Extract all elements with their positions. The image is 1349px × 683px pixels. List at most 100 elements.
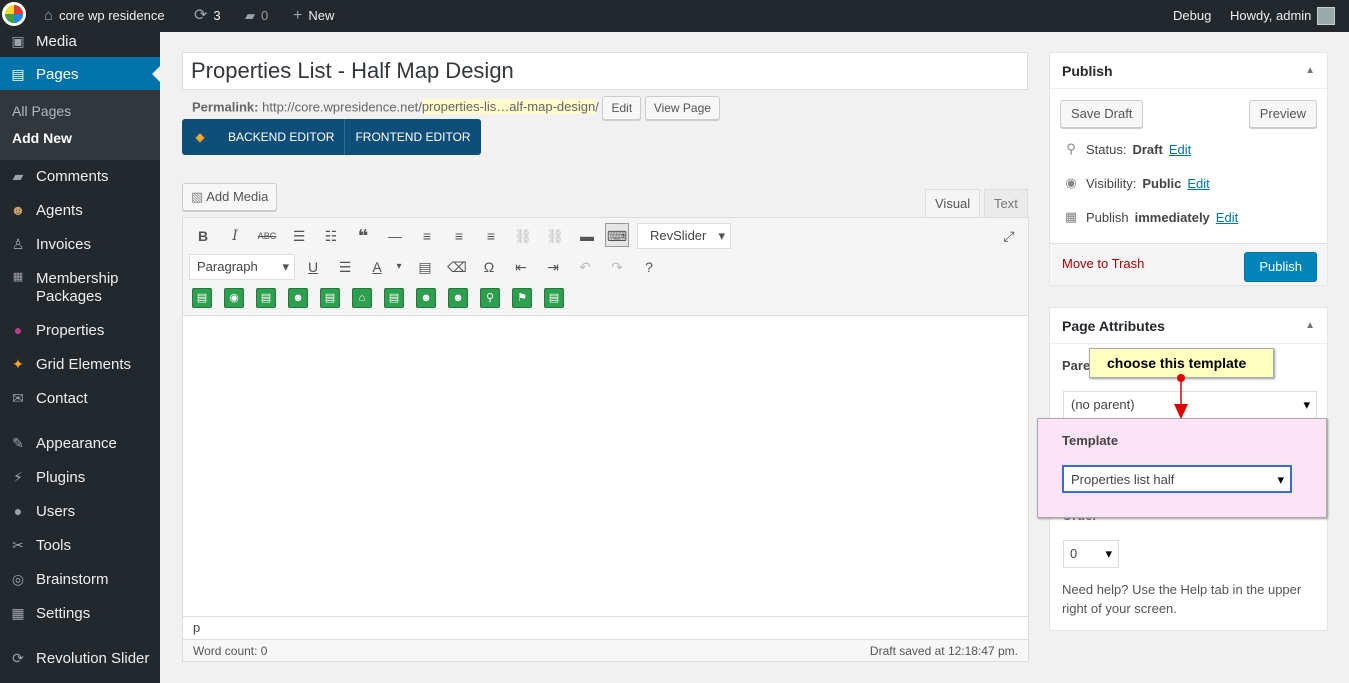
align-left-icon[interactable]: ≡ [415, 224, 439, 248]
shortcode-list-items-icon[interactable]: ▤ [384, 288, 404, 308]
blockquote-icon[interactable]: ❝ [351, 224, 375, 248]
indent-icon[interactable]: ⇥ [541, 255, 565, 279]
avatar [1317, 7, 1336, 25]
content-editor: B I ABC ☰ ☷ ❝ — ≡ ≡ ≡ ⛓ ⛓ ▬ ⌨ RevSlider … [182, 217, 1029, 662]
sidebar-item-label: Media [36, 32, 77, 50]
permalink-base: http://core.wpresidence.net/ [262, 99, 422, 115]
shortcode-featured-article-icon[interactable]: ▤ [320, 288, 340, 308]
link-icon[interactable]: ⛓ [511, 224, 535, 248]
horizontal-line-icon[interactable]: — [383, 224, 407, 248]
permalink-slug[interactable]: properties-lis…alf-map-design [421, 99, 596, 115]
page-attributes-header[interactable]: Page Attributes ▲ [1050, 308, 1327, 344]
tab-text[interactable]: Text [984, 189, 1028, 217]
outdent-icon[interactable]: ⇤ [509, 255, 533, 279]
permalink-label: Permalink: [192, 99, 259, 115]
shortcode-recent-items-icon[interactable]: ▤ [256, 288, 276, 308]
order-input[interactable]: 0 [1063, 540, 1119, 568]
debug-link[interactable]: Debug [1173, 0, 1211, 32]
text-color-icon[interactable]: A [365, 255, 389, 279]
user-icon: ● [13, 503, 23, 519]
unlink-icon[interactable]: ⛓ [543, 224, 567, 248]
calendar-icon: ▦ [1064, 209, 1078, 224]
site-logo-icon[interactable] [2, 2, 26, 26]
shortcode-advanced-search-icon[interactable]: ▤ [544, 288, 564, 308]
sidebar-item-agents[interactable]: ☻ Agents [0, 193, 160, 227]
post-title-input[interactable]: Properties List - Half Map Design [182, 52, 1028, 90]
italic-icon[interactable]: I [223, 224, 247, 248]
align-center-icon[interactable]: ≡ [447, 224, 471, 248]
text-color-dropdown-icon[interactable]: ▾ [387, 255, 411, 279]
clear-formatting-icon[interactable]: ⌫ [445, 255, 469, 279]
underline-icon[interactable]: U [301, 255, 325, 279]
tab-visual[interactable]: Visual [925, 189, 981, 217]
edit-visibility-link[interactable]: Edit [1187, 176, 1209, 191]
preview-button[interactable]: Preview [1248, 100, 1317, 128]
align-right-icon[interactable]: ≡ [479, 224, 503, 248]
backend-editor-button[interactable]: BACKEND EDITOR [218, 119, 344, 155]
comments-link[interactable]: ▰ 0 [245, 0, 268, 32]
shortcode-testimonial-icon[interactable]: ◉ [224, 288, 244, 308]
frontend-editor-button[interactable]: FRONTEND EDITOR [344, 119, 480, 155]
publish-box-header[interactable]: Publish ▲ [1050, 53, 1327, 89]
brush-icon: ✎ [12, 434, 24, 451]
strikethrough-icon[interactable]: ABC [255, 224, 279, 248]
edit-status-link[interactable]: Edit [1169, 142, 1191, 157]
sidebar-item-pages[interactable]: ▤ Pages [0, 57, 160, 91]
redo-icon[interactable]: ↷ [605, 255, 629, 279]
invoices-icon: ♙ [11, 235, 25, 252]
collapse-arrow-icon[interactable]: ▲ [1305, 53, 1315, 89]
move-to-trash-link[interactable]: Move to Trash [1062, 256, 1144, 271]
sidebar-item-media[interactable]: ▣ Media [0, 24, 160, 58]
sidebar-item-membership-packages[interactable]: ▦ Membership Packages [0, 270, 160, 314]
shortcode-places-icon[interactable]: ⚑ [512, 288, 532, 308]
collapse-arrow-icon[interactable]: ▲ [1305, 308, 1315, 344]
undo-icon[interactable]: ↶ [573, 255, 597, 279]
shortcode-agent-icon[interactable]: ☻ [288, 288, 308, 308]
justify-icon[interactable]: ☰ [333, 255, 357, 279]
admin-sidebar: ▣ Media ▤ Pages All Pages Add New ▰ Comm… [0, 32, 160, 683]
sidebar-item-contact[interactable]: ✉ Contact [0, 381, 160, 415]
special-character-icon[interactable]: Ω [477, 255, 501, 279]
help-icon[interactable]: ? [637, 255, 661, 279]
updates-link[interactable]: ⟳ 3 [194, 0, 221, 32]
new-content-link[interactable]: + New [293, 0, 334, 32]
submenu-all-pages[interactable]: All Pages [12, 103, 71, 119]
page-attributes-title: Page Attributes [1062, 318, 1165, 334]
format-select[interactable]: Paragraph [189, 254, 295, 280]
save-draft-button[interactable]: Save Draft [1060, 100, 1144, 128]
toolbar-toggle-icon[interactable]: ⌨ [605, 223, 629, 247]
template-select[interactable]: Properties list half [1062, 465, 1292, 493]
bold-icon[interactable]: B [191, 224, 215, 248]
shortcode-featured-agent-icon[interactable]: ☻ [416, 288, 436, 308]
sidebar-item-properties[interactable]: ● Properties [0, 313, 160, 347]
sidebar-item-invoices[interactable]: ♙ Invoices [0, 227, 160, 261]
sidebar-item-appearance[interactable]: ✎ Appearance [0, 426, 160, 460]
sidebar-item-users[interactable]: ● Users [0, 494, 160, 528]
shortcode-property-icon[interactable]: ⌂ [352, 288, 372, 308]
shortcode-list-icon[interactable]: ▤ [192, 288, 212, 308]
account-menu[interactable]: Howdy, admin [1230, 0, 1336, 32]
view-page-button[interactable]: View Page [644, 96, 720, 120]
sidebar-item-settings[interactable]: ▦ Settings [0, 596, 160, 630]
publish-button[interactable]: Publish [1244, 252, 1317, 282]
add-media-button[interactable]: ▧ Add Media [182, 183, 278, 211]
permalink-edit-button[interactable]: Edit [602, 96, 642, 120]
edit-schedule-link[interactable]: Edit [1216, 210, 1238, 225]
sidebar-item-tools[interactable]: ✂ Tools [0, 528, 160, 562]
read-more-icon[interactable]: ▬ [575, 224, 599, 248]
bullet-list-icon[interactable]: ☰ [287, 224, 311, 248]
comments-count: 0 [261, 8, 269, 23]
shortcode-login-icon[interactable]: ☻ [448, 288, 468, 308]
fullscreen-icon[interactable]: ⤢ [997, 224, 1021, 248]
shortcode-search-icon[interactable]: ⚲ [480, 288, 500, 308]
sidebar-item-brainstorm[interactable]: ◎ Brainstorm [0, 562, 160, 596]
sidebar-item-revolution-slider[interactable]: ⟳ Revolution Slider [0, 641, 160, 675]
numbered-list-icon[interactable]: ☷ [319, 224, 343, 248]
sidebar-item-comments[interactable]: ▰ Comments [0, 159, 160, 193]
sidebar-item-label: Properties [36, 321, 105, 339]
revslider-dropdown[interactable]: RevSlider [637, 223, 731, 249]
sidebar-item-grid-elements[interactable]: ✦ Grid Elements [0, 347, 160, 381]
submenu-add-new[interactable]: Add New [12, 130, 72, 146]
paste-text-icon[interactable]: ▤ [413, 255, 437, 279]
sidebar-item-plugins[interactable]: ⚡ Plugins [0, 460, 160, 494]
